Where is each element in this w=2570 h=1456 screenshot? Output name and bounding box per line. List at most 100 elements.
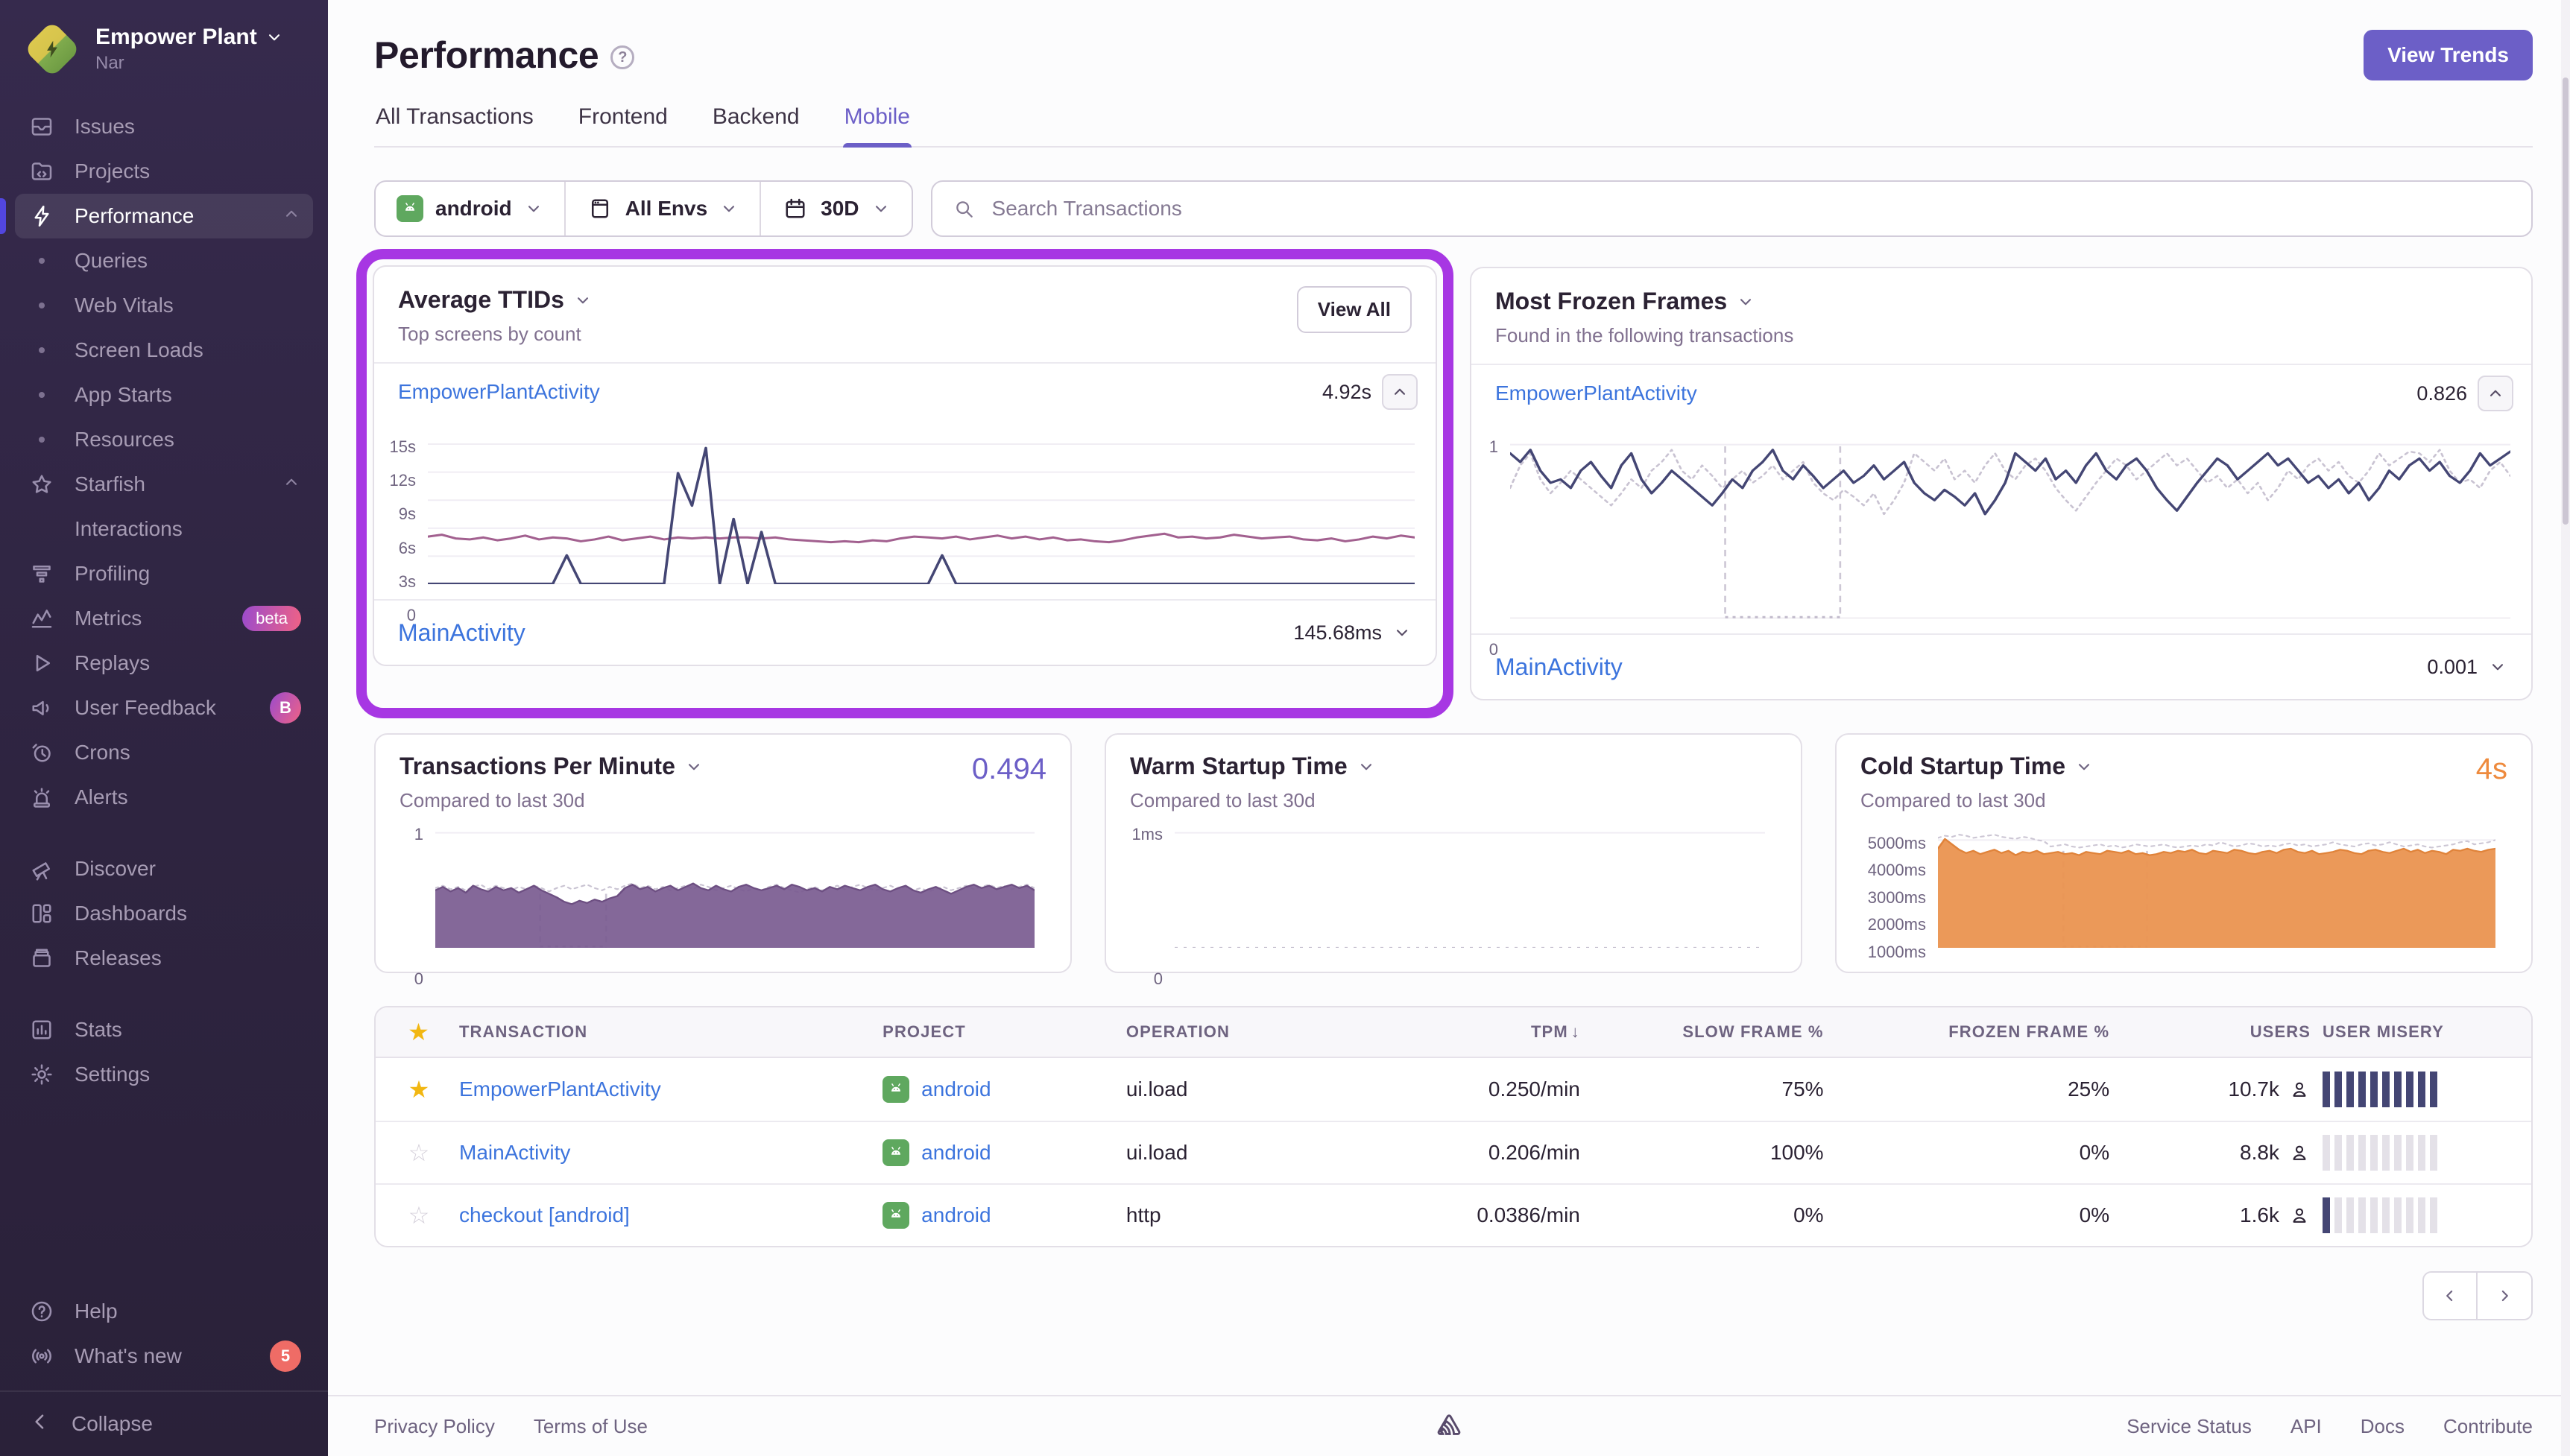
crons-icon <box>28 739 55 766</box>
transaction-link[interactable]: EmpowerPlantActivity <box>1495 382 1697 405</box>
sidebar-item-stats[interactable]: Stats <box>15 1007 313 1052</box>
collapse-series-button[interactable] <box>2478 376 2513 411</box>
footer-link-contribute[interactable]: Contribute <box>2443 1415 2533 1438</box>
sidebar-item-label: What's new <box>75 1344 182 1368</box>
frozen-title-dropdown[interactable]: Most Frozen Frames <box>1495 288 2507 315</box>
issues-icon <box>28 113 55 140</box>
collapse-series-button[interactable] <box>1382 374 1418 410</box>
transaction-link[interactable]: MainActivity <box>1495 653 1623 681</box>
column-header-transaction[interactable]: TRANSACTION <box>453 1022 877 1042</box>
project-link[interactable]: android <box>921 1203 991 1227</box>
tab-mobile[interactable]: Mobile <box>843 104 912 146</box>
panel-warm-startup: Warm Startup Time Compared to last 30d 1… <box>1105 733 1802 973</box>
sidebar-item-settings[interactable]: Settings <box>15 1052 313 1097</box>
sidebar-item-issues[interactable]: Issues <box>15 104 313 149</box>
column-header-tpm[interactable]: TPM↓ <box>1364 1022 1586 1042</box>
expand-series-button[interactable] <box>1392 623 1412 642</box>
sidebar-item-alerts[interactable]: Alerts <box>15 775 313 820</box>
metrics-badge: beta <box>242 606 301 631</box>
sidebar-item-queries[interactable]: Queries <box>15 238 313 283</box>
next-page-button[interactable] <box>2478 1271 2533 1320</box>
sidebar-item-replays[interactable]: Replays <box>15 641 313 686</box>
transaction-link[interactable]: MainActivity <box>398 619 525 647</box>
panel-subtitle: Found in the following transactions <box>1495 324 2507 347</box>
search-input[interactable] <box>989 195 2512 222</box>
chevron-down-icon <box>871 199 891 218</box>
column-header-operation[interactable]: OPERATION <box>1120 1022 1364 1042</box>
search-transactions-box <box>931 180 2533 237</box>
misery-bars <box>2323 1197 2501 1233</box>
sidebar-item-starfish[interactable]: Starfish <box>15 462 313 507</box>
help-question-icon[interactable]: ? <box>610 45 634 69</box>
footer-link-docs[interactable]: Docs <box>2361 1415 2405 1438</box>
project-filter[interactable]: android <box>376 182 564 235</box>
org-switcher[interactable]: Empower Plant Nar <box>0 0 328 92</box>
tpm-title-dropdown[interactable]: Transactions Per Minute <box>400 753 972 780</box>
star-toggle[interactable]: ☆ <box>385 1139 453 1167</box>
tab-frontend[interactable]: Frontend <box>577 104 669 146</box>
chevron-up-icon <box>2486 384 2505 403</box>
sidebar-item-metrics[interactable]: Metricsbeta <box>15 596 313 641</box>
expand-series-button[interactable] <box>2488 657 2507 677</box>
sidebar-item-user-feedback[interactable]: User FeedbackB <box>15 686 313 730</box>
tab-backend[interactable]: Backend <box>711 104 801 146</box>
project-link[interactable]: android <box>921 1077 991 1101</box>
footer-link-service-status[interactable]: Service Status <box>2127 1415 2252 1438</box>
date-range-filter[interactable]: 30D <box>760 182 911 235</box>
whats-new-badge: 5 <box>270 1341 301 1372</box>
sidebar-item-screen-loads[interactable]: Screen Loads <box>15 328 313 373</box>
warm-title-dropdown[interactable]: Warm Startup Time <box>1130 753 1777 780</box>
sidebar-item-label: Help <box>75 1300 118 1323</box>
footer-link-api[interactable]: API <box>2290 1415 2322 1438</box>
footer-link-privacy-policy[interactable]: Privacy Policy <box>374 1415 495 1438</box>
sidebar-item-projects[interactable]: Projects <box>15 149 313 194</box>
tab-all-transactions[interactable]: All Transactions <box>374 104 535 146</box>
sidebar-item-app-starts[interactable]: App Starts <box>15 373 313 417</box>
project-link[interactable]: android <box>921 1141 991 1165</box>
sidebar-item-interactions[interactable]: Interactions <box>15 507 313 551</box>
column-header-users[interactable]: USERS <box>2115 1022 2317 1042</box>
sidebar-item-crons[interactable]: Crons <box>15 730 313 775</box>
column-header-frozen[interactable]: FROZEN FRAME % <box>1830 1022 2116 1042</box>
transaction-link[interactable]: checkout [android] <box>459 1203 630 1226</box>
environment-filter[interactable]: All Envs <box>564 182 760 235</box>
org-name: Empower Plant <box>95 25 257 51</box>
ttid-chart: 15s12s9s6s3s0 <box>374 420 1436 599</box>
environment-filter-label: All Envs <box>625 197 707 221</box>
transaction-link[interactable]: EmpowerPlantActivity <box>459 1077 661 1101</box>
sidebar-item-performance[interactable]: Performance <box>15 194 313 238</box>
sidebar-item-help[interactable]: Help <box>15 1289 313 1334</box>
transaction-link[interactable]: EmpowerPlantActivity <box>398 380 600 404</box>
android-icon <box>883 1202 909 1229</box>
tpm-cell: 0.206/min <box>1364 1141 1586 1165</box>
view-all-button[interactable]: View All <box>1297 286 1412 333</box>
chevron-down-icon <box>2488 657 2507 677</box>
sidebar-item-resources[interactable]: Resources <box>15 417 313 462</box>
transaction-link[interactable]: MainActivity <box>459 1141 570 1164</box>
star-toggle[interactable]: ★ <box>385 1075 453 1104</box>
page-scrollbar[interactable] <box>2561 0 2570 1456</box>
misery-bars <box>2323 1072 2501 1107</box>
column-header-slow[interactable]: SLOW FRAME % <box>1586 1022 1830 1042</box>
dashboards-icon <box>28 900 55 927</box>
sidebar-item-releases[interactable]: Releases <box>15 936 313 981</box>
ttid-title-dropdown[interactable]: Average TTIDs <box>398 286 1297 314</box>
user-misery-cell <box>2317 1197 2507 1233</box>
sidebar-item-profiling[interactable]: Profiling <box>15 551 313 596</box>
star-toggle[interactable]: ☆ <box>385 1201 453 1229</box>
view-trends-button[interactable]: View Trends <box>2364 30 2533 80</box>
sidebar-item-web-vitals[interactable]: Web Vitals <box>15 283 313 328</box>
column-header-project[interactable]: PROJECT <box>877 1022 1120 1042</box>
sidebar-collapse[interactable]: Collapse <box>0 1390 328 1456</box>
project-cell: android <box>877 1076 1120 1103</box>
chevron-right-icon <box>2495 1286 2514 1305</box>
sidebar-item-whats-new[interactable]: What's new 5 <box>15 1334 313 1379</box>
table-row: ☆MainActivityandroidui.load0.206/min100%… <box>376 1121 2531 1183</box>
previous-page-button[interactable] <box>2422 1271 2478 1320</box>
axis-label: 1000ms <box>1868 943 1926 961</box>
footer-link-terms-of-use[interactable]: Terms of Use <box>534 1415 648 1438</box>
sidebar-item-discover[interactable]: Discover <box>15 846 313 891</box>
column-header-misery[interactable]: USER MISERY <box>2317 1022 2507 1042</box>
sidebar-item-dashboards[interactable]: Dashboards <box>15 891 313 936</box>
cold-title-dropdown[interactable]: Cold Startup Time <box>1860 753 2476 780</box>
